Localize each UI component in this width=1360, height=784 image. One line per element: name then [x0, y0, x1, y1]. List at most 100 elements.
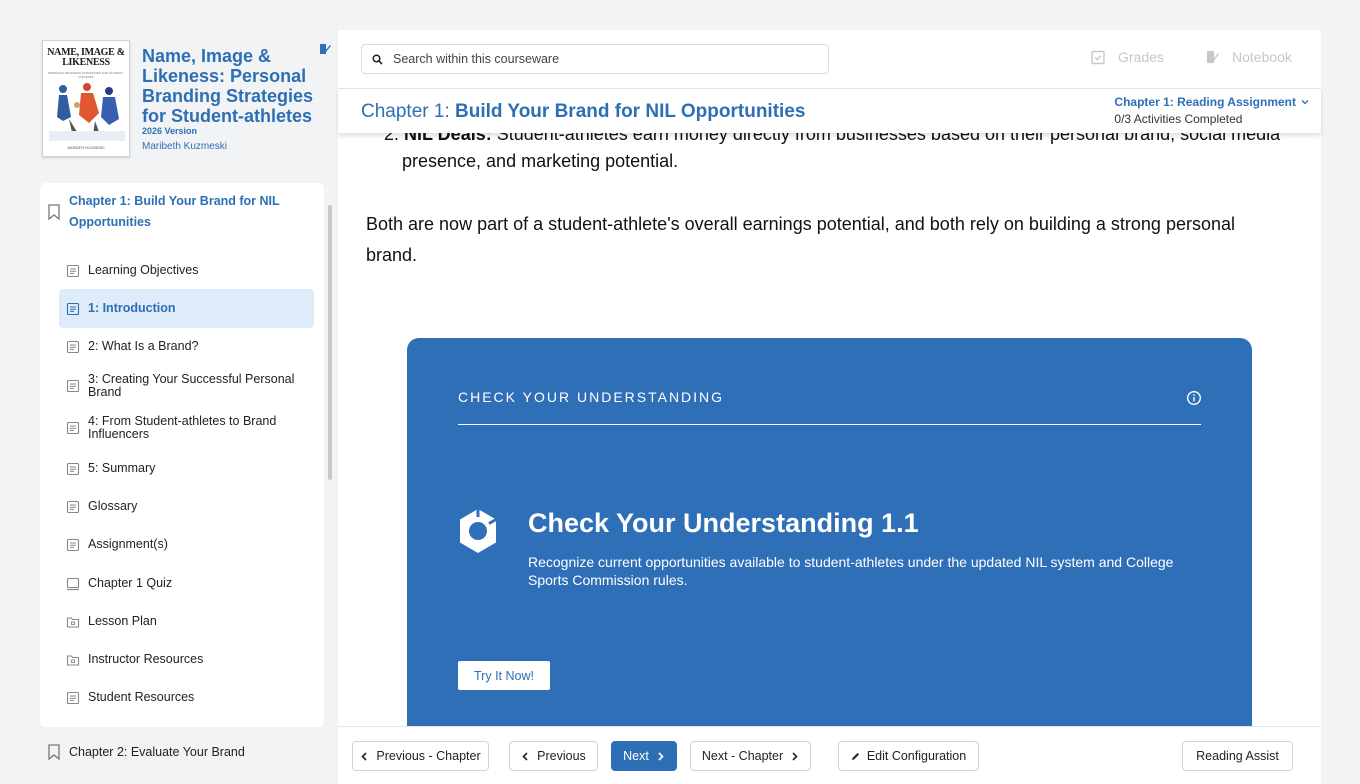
bookmark-icon [48, 204, 60, 221]
toc-chapter-1[interactable]: Chapter 1: Build Your Brand for NIL Oppo… [46, 191, 316, 233]
toc-item-label: Learning Objectives [88, 263, 199, 277]
document-icon [66, 500, 80, 513]
info-icon[interactable] [1186, 390, 1202, 406]
toc-item-label: Instructor Resources [88, 652, 204, 666]
chevron-left-icon [361, 751, 367, 761]
toc-item[interactable]: 2: What Is a Brand? [59, 327, 314, 366]
document-icon [66, 691, 80, 704]
toc-item-label: Lesson Plan [88, 614, 157, 628]
toc-item[interactable]: 5: Summary [59, 449, 314, 488]
toc-item[interactable]: 1: Introduction [59, 289, 314, 328]
body-paragraph: Both are now part of a student-athlete's… [366, 214, 1235, 265]
toc-item[interactable]: Student Resources [59, 678, 314, 717]
toc-item-label: 1: Introduction [88, 301, 176, 315]
bookmark-icon [48, 744, 60, 761]
toc-item[interactable]: 4: From Student-athletes to Brand Influe… [59, 408, 314, 447]
toc-item[interactable]: 3: Creating Your Successful Personal Bra… [59, 366, 314, 405]
previous-chapter-label: Previous - Chapter [376, 749, 481, 763]
check-understanding-card: CHECK YOUR UNDERSTANDING Check Your Unde… [407, 338, 1252, 726]
reading-content: 2. NIL Deals: Student-athletes earn mone… [338, 133, 1321, 726]
next-chapter-button[interactable]: Next - Chapter [690, 741, 811, 771]
chevron-left-icon [522, 751, 528, 761]
folder-icon [66, 616, 80, 628]
toc-item[interactable]: Instructor Resources [59, 640, 314, 679]
reading-assist-button[interactable]: Reading Assist [1182, 741, 1293, 771]
cover-athletes-image [49, 83, 125, 141]
top-bar: Grades Notebook [338, 30, 1321, 88]
document-icon [66, 379, 80, 392]
notebook-label: Notebook [1232, 49, 1292, 65]
previous-button[interactable]: Previous [509, 741, 598, 771]
book-author: Maribeth Kuzmeski [142, 141, 228, 152]
book-title[interactable]: Name, Image & Likeness: Personal Brandin… [142, 46, 317, 126]
laptop-icon [66, 577, 80, 590]
chapter-name: Build Your Brand for NIL Opportunities [455, 101, 806, 122]
chevron-right-icon [658, 751, 664, 761]
toc-item[interactable]: Learning Objectives [59, 251, 314, 290]
notebook-link[interactable]: Notebook [1204, 49, 1292, 65]
toc-item-label: 4: From Student-athletes to Brand Influe… [88, 413, 277, 441]
folder-icon [66, 654, 80, 666]
bottom-navigation: Previous - Chapter Previous Next Next - … [338, 726, 1321, 784]
list-term: NIL Deals: [404, 133, 492, 144]
cover-title: NAME, IMAGE & LIKENESS [47, 47, 125, 68]
toc-item[interactable]: Glossary [59, 487, 314, 526]
assignment-dropdown[interactable]: Chapter 1: Reading Assignment 0/3 Activi… [1114, 95, 1309, 126]
cyu-title: Check Your Understanding 1.1 [528, 508, 919, 538]
toc-chapter-2[interactable]: Chapter 2: Evaluate Your Brand [46, 742, 245, 762]
search-input[interactable] [393, 52, 813, 66]
toc-chapter-2-label: Chapter 2: Evaluate Your Brand [69, 745, 245, 759]
search-box[interactable] [361, 44, 829, 74]
toc-item[interactable]: Assignment(s) [59, 525, 314, 564]
grades-link[interactable]: Grades [1090, 49, 1164, 65]
toc-item-label: Chapter 1 Quiz [88, 576, 173, 590]
notebook-edit-icon[interactable] [318, 42, 332, 56]
next-label: Next [623, 749, 649, 763]
assignment-progress: 0/3 Activities Completed [1114, 112, 1243, 126]
document-icon [66, 462, 80, 475]
hexagon-logo-icon [460, 509, 497, 553]
list-text: Student-athletes earn money directly fro… [491, 133, 1281, 144]
course-sidebar: NAME, IMAGE & LIKENESS PERSONAL BRANDING… [0, 0, 338, 784]
chevron-right-icon [792, 751, 798, 761]
cyu-divider [458, 424, 1201, 425]
cover-author: MARIBETH KUZMESKI [67, 146, 105, 150]
chevron-down-icon [1301, 100, 1309, 105]
book-cover: NAME, IMAGE & LIKENESS PERSONAL BRANDING… [42, 40, 130, 157]
book-version: 2026 Version [142, 126, 198, 136]
chapter-title: Chapter 1: Build Your Brand for NIL Oppo… [361, 101, 805, 123]
assignment-title-text: Chapter 1: Reading Assignment [1114, 95, 1296, 109]
list-item-continuation: presence, and marketing potential. [402, 151, 679, 171]
toc-item[interactable]: Lesson Plan [59, 602, 314, 641]
try-it-now-button[interactable]: Try It Now! [458, 661, 550, 690]
book-header: NAME, IMAGE & LIKENESS PERSONAL BRANDING… [42, 40, 338, 160]
document-icon [66, 340, 80, 353]
previous-chapter-button[interactable]: Previous - Chapter [352, 741, 489, 771]
grades-label: Grades [1118, 49, 1164, 65]
toc-item-label: 3: Creating Your Successful Personal Bra… [88, 371, 295, 399]
toc-item-label: 2: What Is a Brand? [88, 339, 199, 353]
toc-chapter-label: Chapter 1: Build Your Brand for NIL Oppo… [69, 194, 280, 229]
edit-configuration-button[interactable]: Edit Configuration [838, 741, 979, 771]
cyu-description: Recognize current opportunities availabl… [528, 554, 1174, 588]
toc-item[interactable]: Chapter 1 Quiz [59, 564, 314, 603]
main-panel: Grades Notebook Chapter 1: Build Your Br… [338, 30, 1321, 784]
next-chapter-label: Next - Chapter [701, 749, 784, 763]
toc-scrollbar[interactable] [328, 205, 332, 480]
toc-item-label: Assignment(s) [88, 537, 168, 551]
list-number: 2. [384, 133, 405, 144]
document-icon [66, 264, 80, 277]
assignment-title: Chapter 1: Reading Assignment [1114, 95, 1309, 109]
chapter-header: Chapter 1: Build Your Brand for NIL Oppo… [338, 88, 1321, 133]
document-icon [66, 538, 80, 551]
search-icon [372, 53, 383, 65]
cyu-header: CHECK YOUR UNDERSTANDING [458, 389, 725, 405]
notebook-icon [1207, 51, 1219, 63]
document-icon [66, 302, 80, 315]
reading-assist-label: Reading Assist [1196, 749, 1279, 763]
edit-configuration-label: Edit Configuration [866, 749, 967, 763]
toc-item-label: Student Resources [88, 690, 195, 704]
toc-item-label: 5: Summary [88, 461, 156, 475]
next-button[interactable]: Next [611, 741, 677, 771]
list-item-nil-deals: 2. NIL Deals: Student-athletes earn mone… [384, 133, 1280, 149]
